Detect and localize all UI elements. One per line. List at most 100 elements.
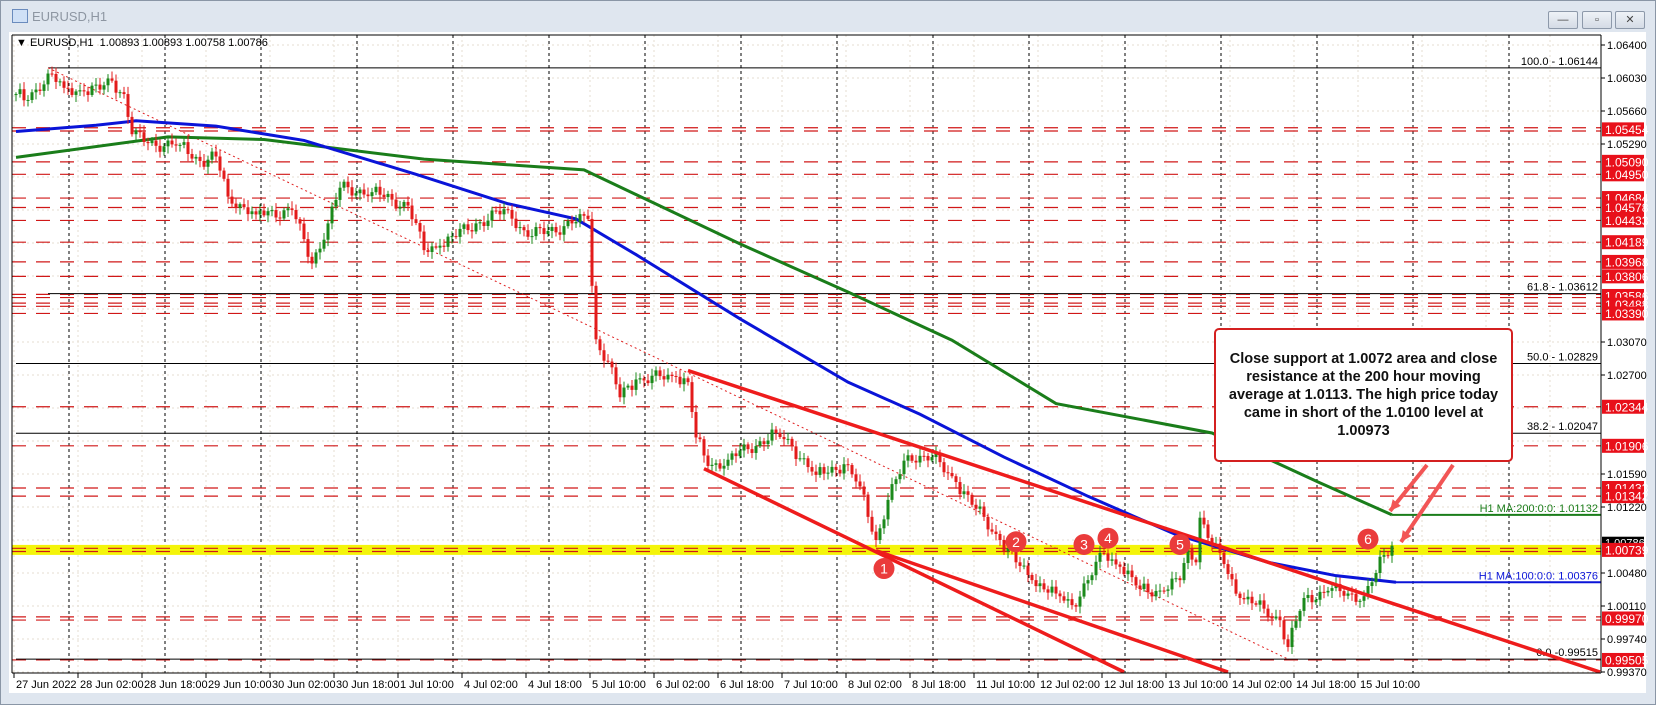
bearish-candle: [1286, 639, 1290, 648]
price-tick-label: 1.01590: [1607, 469, 1647, 481]
bullish-candle: [1298, 610, 1302, 622]
bearish-candle: [866, 494, 870, 517]
bearish-candle: [1130, 570, 1134, 578]
bullish-candle: [666, 374, 670, 380]
bearish-candle: [678, 376, 682, 385]
bearish-candle: [1114, 559, 1118, 565]
bullish-candle: [462, 224, 466, 229]
bearish-candle: [1014, 550, 1018, 563]
time-tick-label: 14 Jul 18:00: [1296, 679, 1356, 691]
bearish-candle: [690, 382, 694, 413]
bearish-candle: [114, 80, 118, 93]
bearish-candle: [410, 205, 414, 220]
collapse-arrow-icon[interactable]: ▼: [16, 37, 27, 49]
bearish-candle: [1194, 559, 1198, 563]
bullish-candle: [1174, 578, 1178, 580]
bullish-candle: [1066, 599, 1070, 601]
bullish-candle: [318, 248, 322, 253]
bearish-candle: [926, 455, 930, 461]
bearish-candle: [874, 531, 878, 540]
bullish-candle: [566, 220, 570, 227]
bearish-candle: [618, 384, 622, 398]
bullish-candle: [46, 73, 50, 85]
bearish-candle: [418, 223, 422, 232]
bearish-candle: [542, 228, 546, 235]
bullish-candle: [738, 450, 742, 457]
bullish-candle: [1246, 596, 1250, 600]
bearish-candle: [506, 209, 510, 211]
bullish-candle: [1306, 594, 1310, 598]
bearish-candle: [1266, 608, 1270, 617]
bearish-candle: [382, 194, 386, 198]
bearish-candle: [838, 469, 842, 474]
time-tick-label: 12 Jul 18:00: [1104, 679, 1164, 691]
bullish-candle: [386, 193, 390, 198]
bullish-candle: [758, 441, 762, 447]
touch-point-number: 5: [1176, 536, 1184, 552]
touch-point-number: 1: [880, 561, 888, 577]
bullish-candle: [18, 89, 22, 95]
bearish-candle: [1322, 591, 1326, 593]
bearish-candle: [346, 181, 350, 188]
bullish-candle: [1318, 591, 1322, 600]
time-tick-label: 6 Jul 02:00: [656, 679, 710, 691]
bullish-candle: [1110, 559, 1114, 561]
bullish-candle: [502, 209, 506, 215]
bearish-candle: [362, 189, 366, 195]
bullish-candle: [622, 387, 626, 398]
bearish-candle: [466, 224, 470, 231]
time-tick-label: 15 Jul 10:00: [1360, 679, 1420, 691]
bearish-candle: [142, 132, 146, 142]
bullish-candle: [162, 146, 166, 152]
fibonacci-level-label: 50.0 - 1.02829: [1527, 351, 1598, 363]
bullish-candle: [826, 472, 830, 474]
bullish-candle: [1326, 590, 1330, 593]
bearish-candle: [222, 170, 226, 179]
bearish-candle: [854, 474, 858, 482]
bearish-candle: [1150, 592, 1154, 597]
touch-point-number: 3: [1080, 536, 1088, 552]
bullish-candle: [338, 187, 342, 200]
bearish-candle: [454, 236, 458, 238]
bearish-candle: [694, 412, 698, 438]
bullish-candle: [58, 81, 62, 83]
bearish-candle: [982, 506, 986, 517]
bullish-candle: [1374, 573, 1378, 583]
bearish-candle: [794, 446, 798, 460]
bullish-candle: [654, 370, 658, 376]
bullish-candle: [14, 94, 18, 96]
bullish-candle: [878, 528, 882, 540]
bearish-candle: [1002, 540, 1006, 552]
bullish-candle: [1258, 600, 1262, 605]
bullish-candle: [1382, 555, 1386, 557]
bearish-candle: [422, 231, 426, 251]
price-tick-label: 1.06030: [1607, 73, 1647, 85]
time-tick-label: 27 Jun 2022: [16, 679, 77, 691]
bearish-candle: [98, 84, 102, 90]
bullish-candle: [894, 479, 898, 485]
bullish-candle: [770, 429, 774, 441]
time-tick-label: 28 Jun 02:00: [80, 679, 144, 691]
bearish-candle: [1190, 548, 1194, 560]
price-tick-label: 1.01220: [1607, 502, 1647, 514]
chart-header: ▼ EURUSD,H1 1.00893 1.00893 1.00758 1.00…: [16, 37, 268, 49]
bearish-candle: [1146, 583, 1150, 593]
level-price-label: 1.04578: [1605, 201, 1649, 215]
bearish-candle: [870, 516, 874, 532]
bearish-candle: [394, 199, 398, 209]
level-price-label: 0.99505: [1605, 653, 1649, 667]
bullish-candle: [354, 193, 358, 196]
bearish-candle: [414, 219, 418, 224]
bearish-candle: [762, 441, 766, 445]
bearish-candle: [1234, 579, 1238, 594]
bearish-candle: [214, 151, 218, 157]
bullish-candle: [1050, 586, 1054, 593]
bearish-candle: [514, 218, 518, 229]
bearish-candle: [278, 217, 282, 219]
bearish-candle: [482, 222, 486, 227]
bearish-candle: [954, 476, 958, 483]
bearish-candle: [970, 494, 974, 505]
bearish-candle: [306, 239, 310, 257]
bullish-candle: [1390, 545, 1394, 556]
price-tick-label: 1.03070: [1607, 337, 1647, 349]
